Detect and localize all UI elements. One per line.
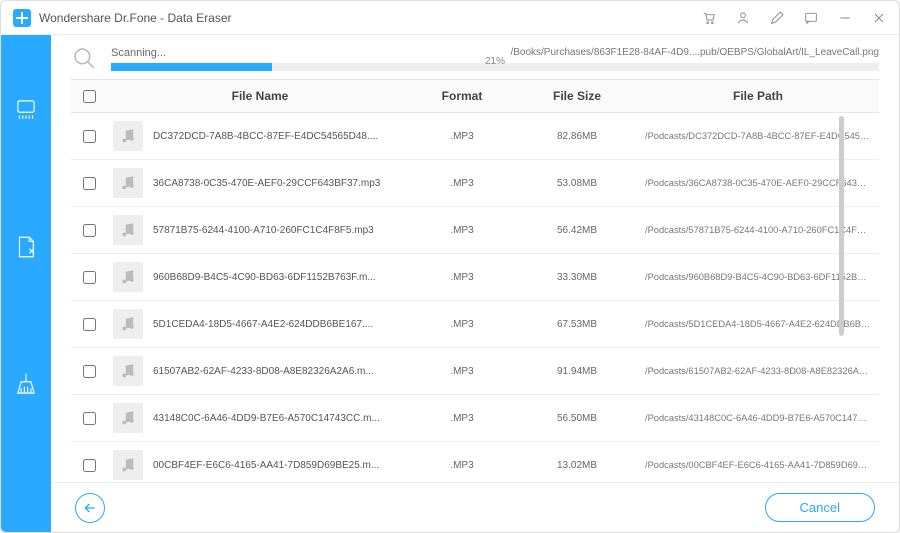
scrollbar[interactable] — [839, 116, 844, 336]
select-all-checkbox[interactable] — [83, 90, 96, 103]
file-size: 82.86MB — [517, 131, 637, 142]
row-checkbox[interactable] — [83, 318, 96, 331]
file-size: 56.42MB — [517, 225, 637, 236]
table-row[interactable]: 5D1CEDA4-18D5-4667-A4E2-624DDB6BE167....… — [71, 301, 879, 348]
table-row[interactable]: 960B68D9-B4C5-4C90-BD63-6DF1152B763F.m..… — [71, 254, 879, 301]
file-format: .MP3 — [407, 319, 517, 330]
table-row[interactable]: 61507AB2-62AF-4233-8D08-A8E82326A2A6.m..… — [71, 348, 879, 395]
sidebar-erase-icon[interactable] — [12, 95, 40, 123]
header-size: File Size — [517, 89, 637, 103]
row-checkbox[interactable] — [83, 224, 96, 237]
file-format: .MP3 — [407, 225, 517, 236]
file-format: .MP3 — [407, 413, 517, 424]
table-row[interactable]: 00CBF4EF-E6C6-4165-AA41-7D859D69BE25.m..… — [71, 442, 879, 482]
row-checkbox[interactable] — [83, 459, 96, 472]
file-size: 91.94MB — [517, 366, 637, 377]
main-panel: Scanning... /Books/Purchases/863F1E28-84… — [51, 35, 899, 532]
cart-icon[interactable] — [701, 10, 717, 26]
file-path: /Podcasts/00CBF4EF-E6C6-4165-AA41-7D859D… — [637, 460, 879, 470]
music-icon — [113, 168, 143, 198]
feedback-icon[interactable] — [803, 10, 819, 26]
file-size: 33.30MB — [517, 272, 637, 283]
file-format: .MP3 — [407, 131, 517, 142]
table-row[interactable]: DC372DCD-7A8B-4BCC-87EF-E4DC54565D48....… — [71, 113, 879, 160]
file-name: DC372DCD-7A8B-4BCC-87EF-E4DC54565D48.... — [153, 131, 378, 142]
file-size: 67.53MB — [517, 319, 637, 330]
titlebar: Wondershare Dr.Fone - Data Eraser — [1, 1, 899, 35]
table-header: File Name Format File Size File Path — [71, 79, 879, 113]
header-format: Format — [407, 89, 517, 103]
row-checkbox[interactable] — [83, 412, 96, 425]
app-window: Wondershare Dr.Fone - Data Eraser — [0, 0, 900, 533]
music-icon — [113, 450, 143, 480]
row-checkbox[interactable] — [83, 365, 96, 378]
music-icon — [113, 309, 143, 339]
file-name: 36CA8738-0C35-470E-AEF0-29CCF643BF37.mp3 — [153, 178, 380, 189]
table-row[interactable]: 43148C0C-6A46-4DD9-B7E6-A570C14743CC.m..… — [71, 395, 879, 442]
row-checkbox[interactable] — [83, 177, 96, 190]
sidebar-broom-icon[interactable] — [12, 371, 40, 399]
file-path: /Podcasts/61507AB2-62AF-4233-8D08-A8E823… — [637, 366, 879, 376]
file-path: /Podcasts/43148C0C-6A46-4DD9-B7E6-A570C1… — [637, 413, 879, 423]
table-body[interactable]: DC372DCD-7A8B-4BCC-87EF-E4DC54565D48....… — [71, 113, 879, 482]
music-icon — [113, 356, 143, 386]
file-name: 57871B75-6244-4100-A710-260FC1C4F8F5.mp3 — [153, 225, 374, 236]
close-icon[interactable] — [871, 10, 887, 26]
progress-fill — [111, 63, 272, 71]
file-size: 53.08MB — [517, 178, 637, 189]
progress-percent: 21% — [485, 56, 505, 67]
file-name: 61507AB2-62AF-4233-8D08-A8E82326A2A6.m..… — [153, 366, 374, 377]
header-name: File Name — [107, 89, 407, 103]
sidebar — [1, 35, 51, 532]
sidebar-document-icon[interactable] — [12, 233, 40, 261]
file-name: 5D1CEDA4-18D5-4667-A4E2-624DDB6BE167.... — [153, 319, 373, 330]
table-row[interactable]: 36CA8738-0C35-470E-AEF0-29CCF643BF37.mp3… — [71, 160, 879, 207]
app-title: Wondershare Dr.Fone - Data Eraser — [39, 11, 232, 25]
back-button[interactable] — [75, 493, 105, 523]
cancel-button[interactable]: Cancel — [765, 493, 875, 522]
edit-icon[interactable] — [769, 10, 785, 26]
minimize-icon[interactable] — [837, 10, 853, 26]
titlebar-actions — [701, 10, 887, 26]
music-icon — [113, 262, 143, 292]
file-size: 56.50MB — [517, 413, 637, 424]
music-icon — [113, 215, 143, 245]
file-size: 13.02MB — [517, 460, 637, 471]
music-icon — [113, 403, 143, 433]
row-checkbox[interactable] — [83, 130, 96, 143]
table-row[interactable]: 57871B75-6244-4100-A710-260FC1C4F8F5.mp3… — [71, 207, 879, 254]
file-format: .MP3 — [407, 366, 517, 377]
music-icon — [113, 121, 143, 151]
scan-header: Scanning... /Books/Purchases/863F1E28-84… — [51, 35, 899, 79]
search-icon — [71, 45, 99, 73]
file-format: .MP3 — [407, 460, 517, 471]
footer: Cancel — [51, 482, 899, 532]
header-path: File Path — [637, 89, 879, 103]
app-logo-icon — [13, 9, 31, 27]
scan-status: Scanning... — [111, 47, 166, 59]
file-table: File Name Format File Size File Path DC3… — [51, 79, 899, 482]
file-format: .MP3 — [407, 272, 517, 283]
file-format: .MP3 — [407, 178, 517, 189]
file-name: 43148C0C-6A46-4DD9-B7E6-A570C14743CC.m..… — [153, 413, 380, 424]
file-name: 00CBF4EF-E6C6-4165-AA41-7D859D69BE25.m..… — [153, 460, 379, 471]
user-icon[interactable] — [735, 10, 751, 26]
scan-current-file: /Books/Purchases/863F1E28-84AF-4D9....pu… — [510, 47, 879, 59]
file-name: 960B68D9-B4C5-4C90-BD63-6DF1152B763F.m..… — [153, 272, 376, 283]
row-checkbox[interactable] — [83, 271, 96, 284]
